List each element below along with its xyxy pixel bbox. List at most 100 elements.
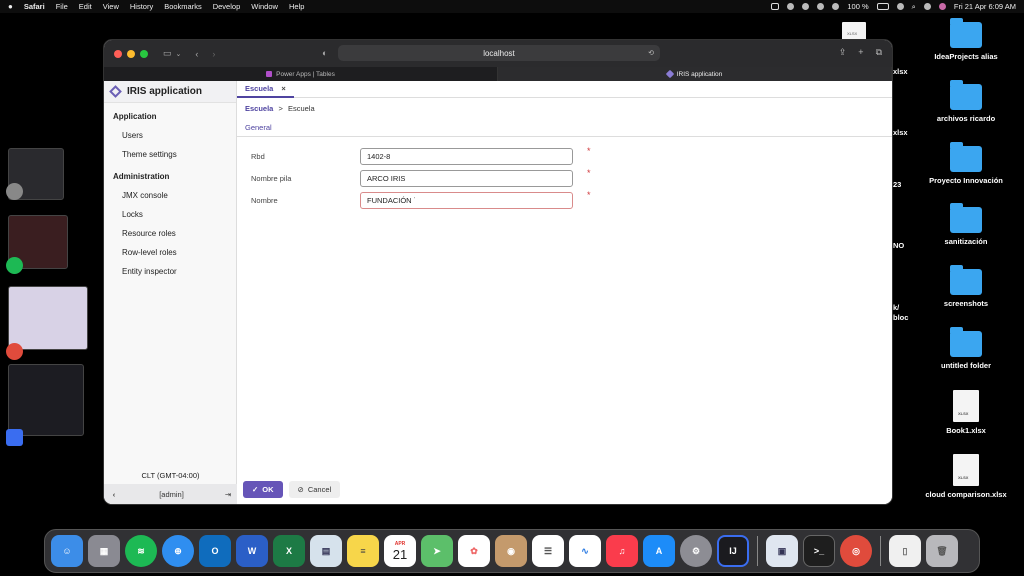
reload-icon[interactable]: ⟲ <box>648 49 654 57</box>
share-icon[interactable]: ⇪ <box>839 47 847 58</box>
desktop-folder-sanitizacion[interactable]: sanitización <box>923 203 1009 246</box>
photos-icon[interactable]: ✿ <box>458 535 490 567</box>
peek-text: k/ <box>893 303 900 312</box>
status-dot-icon[interactable] <box>787 3 795 10</box>
stage-thumbnail-4[interactable] <box>8 364 84 436</box>
siri-icon[interactable] <box>938 3 946 10</box>
menu-app-name[interactable]: Safari <box>24 2 45 11</box>
notes-icon[interactable]: ≡ <box>347 535 379 567</box>
sidebar-group-application[interactable]: Application <box>104 112 236 121</box>
back-icon[interactable]: ‹ <box>195 49 198 59</box>
chevron-down-icon[interactable]: ⌄ <box>176 50 182 58</box>
maps-icon[interactable]: ➤ <box>421 535 453 567</box>
field-row-nombre: Nombre * <box>251 189 892 211</box>
control-center-icon[interactable] <box>923 3 931 10</box>
document-icon[interactable]: ▯ <box>889 535 921 567</box>
safari-icon[interactable]: ⊕ <box>162 535 194 567</box>
desktop-folder-proyecto[interactable]: Proyecto Innovación <box>923 142 1009 185</box>
music-icon[interactable]: ♫ <box>606 535 638 567</box>
close-window-button[interactable] <box>114 49 122 58</box>
peek-text: 23 <box>893 180 902 189</box>
sidebar-item-users[interactable]: Users <box>104 126 236 145</box>
calendar-icon[interactable]: APR 21 <box>384 535 416 567</box>
desktop-folder-screenshots[interactable]: screenshots <box>923 265 1009 308</box>
battery-icon[interactable] <box>876 3 889 10</box>
menu-help[interactable]: Help <box>289 2 304 11</box>
freeform-icon[interactable]: ∿ <box>569 535 601 567</box>
address-bar[interactable]: localhost ⟲ <box>338 45 660 61</box>
bluetooth-icon[interactable] <box>832 3 840 10</box>
tab-general[interactable]: General <box>245 123 272 136</box>
check-icon: ✓ <box>252 485 259 494</box>
excel-icon[interactable]: X <box>273 535 305 567</box>
new-tab-icon[interactable]: + <box>858 47 863 58</box>
spotify-icon[interactable]: ≋ <box>125 535 157 567</box>
launchpad-icon[interactable]: ▦ <box>88 535 120 567</box>
desktop-folder-ideaprojects[interactable]: IdeaProjects alias <box>923 18 1009 61</box>
sidebar-item-locks[interactable]: Locks <box>104 205 236 224</box>
cancel-button[interactable]: ⊘ Cancel <box>288 481 341 498</box>
sidebar-toggle-icon[interactable]: ▭ <box>163 48 172 59</box>
wifi-icon[interactable] <box>896 3 904 10</box>
search-icon[interactable]: ⌕ <box>912 2 916 12</box>
sidebar-item-row-level-roles[interactable]: Row-level roles <box>104 243 236 262</box>
airplay-icon[interactable] <box>802 3 810 10</box>
stage-thumbnail-3[interactable] <box>8 286 88 350</box>
terminal-icon[interactable]: >_ <box>803 535 835 567</box>
sidebar-item-entity-inspector[interactable]: Entity inspector <box>104 262 236 281</box>
menu-window[interactable]: Window <box>251 2 278 11</box>
xlsx-file-icon <box>953 454 979 486</box>
preview-docs-icon[interactable]: ▣ <box>766 535 798 567</box>
chrome-icon[interactable]: ◎ <box>840 535 872 567</box>
nombre-pila-input[interactable] <box>360 169 573 187</box>
forward-icon[interactable]: › <box>212 49 215 59</box>
intellij-icon[interactable]: IJ <box>717 535 749 567</box>
preview-icon[interactable]: ▤ <box>310 535 342 567</box>
minimize-window-button[interactable] <box>127 49 135 58</box>
browser-tab-iris[interactable]: IRIS application <box>498 67 892 81</box>
current-user[interactable]: [admin] <box>124 490 219 499</box>
clock[interactable]: Fri 21 Apr 6:09 AM <box>954 2 1016 11</box>
browser-tab-power-apps[interactable]: Power Apps | Tables <box>104 67 498 81</box>
system-settings-icon[interactable]: ⚙ <box>680 535 712 567</box>
desktop-file-book1[interactable]: Book1.xlsx <box>923 390 1009 435</box>
sidebar-group-administration[interactable]: Administration <box>104 172 236 181</box>
peek-text: xlsx <box>893 67 908 76</box>
finder-icon[interactable]: ☺ <box>51 535 83 567</box>
menu-bookmarks[interactable]: Bookmarks <box>164 2 202 11</box>
main-tabstrip: Escuela × <box>237 81 892 98</box>
desktop-folder-archivos[interactable]: archivos ricardo <box>923 80 1009 123</box>
sidebar-item-jmx-console[interactable]: JMX console <box>104 186 236 205</box>
app-store-icon[interactable]: A <box>643 535 675 567</box>
reminders-icon[interactable]: ☰ <box>532 535 564 567</box>
tab-overview-icon[interactable]: ⧉ <box>876 47 882 58</box>
rbd-input[interactable] <box>360 147 573 165</box>
collapse-sidebar-icon[interactable]: ‹ <box>104 490 124 499</box>
logout-icon[interactable]: ⇥ <box>219 490 237 499</box>
menu-file[interactable]: File <box>56 2 68 11</box>
desktop-folder-untitled[interactable]: untitled folder <box>923 327 1009 370</box>
status-icon[interactable] <box>771 3 780 10</box>
menu-edit[interactable]: Edit <box>79 2 92 11</box>
trash-icon[interactable]: 🗑 <box>926 535 958 567</box>
desktop-file-cloud-comparison[interactable]: cloud comparison.xlsx <box>917 454 1015 499</box>
ok-button[interactable]: ✓ OK <box>243 481 283 498</box>
sidebar-header: IRIS application <box>104 81 236 103</box>
tab-escuela[interactable]: Escuela × <box>237 81 294 98</box>
apple-icon[interactable]: ● <box>8 2 13 11</box>
contacts-icon[interactable]: ◉ <box>495 535 527 567</box>
nombre-input[interactable] <box>360 191 573 209</box>
sidebar-item-resource-roles[interactable]: Resource roles <box>104 224 236 243</box>
outlook-icon[interactable]: O <box>199 535 231 567</box>
close-tab-icon[interactable]: × <box>281 84 285 93</box>
zoom-window-button[interactable] <box>140 49 148 58</box>
menu-history[interactable]: History <box>130 2 153 11</box>
sidebar-item-theme-settings[interactable]: Theme settings <box>104 145 236 164</box>
play-icon[interactable] <box>817 3 825 10</box>
menu-develop[interactable]: Develop <box>213 2 241 11</box>
breadcrumb-parent[interactable]: Escuela <box>245 104 273 113</box>
word-icon[interactable]: W <box>236 535 268 567</box>
menu-view[interactable]: View <box>103 2 119 11</box>
browser-tabs: Power Apps | Tables IRIS application <box>104 67 892 81</box>
shield-icon[interactable]: ◐ <box>322 48 327 58</box>
